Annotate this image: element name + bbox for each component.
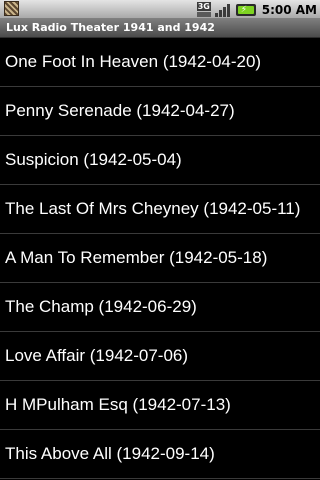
- episode-title: Penny Serenade (1942-04-27): [5, 101, 235, 120]
- list-item[interactable]: This Above All (1942-09-14): [0, 430, 320, 479]
- list-item[interactable]: One Foot In Heaven (1942-04-20): [0, 38, 320, 87]
- app-title: Lux Radio Theater 1941 and 1942: [6, 21, 215, 34]
- list-item[interactable]: A Man To Remember (1942-05-18): [0, 234, 320, 283]
- list-item[interactable]: H MPulham Esq (1942-07-13): [0, 381, 320, 430]
- list-item[interactable]: Love Affair (1942-07-06): [0, 332, 320, 381]
- title-bar: Lux Radio Theater 1941 and 1942: [0, 19, 320, 38]
- episode-title: The Last Of Mrs Cheyney (1942-05-11): [5, 199, 301, 218]
- list-item[interactable]: Penny Serenade (1942-04-27): [0, 87, 320, 136]
- episode-title: The Champ (1942-06-29): [5, 297, 197, 316]
- battery-charging-icon: ⚡: [235, 3, 256, 16]
- episode-title: Love Affair (1942-07-06): [5, 346, 189, 365]
- episode-title: One Foot In Heaven (1942-04-20): [5, 52, 262, 71]
- clock: 5:00 AM: [261, 2, 317, 17]
- network-3g-icon: 3G: [196, 2, 211, 17]
- network-type-label: 3G: [196, 2, 211, 11]
- list-item[interactable]: The Last Of Mrs Cheyney (1942-05-11): [0, 185, 320, 234]
- app-notification-icon[interactable]: [4, 1, 19, 16]
- episode-title: This Above All (1942-09-14): [5, 444, 215, 463]
- list-item[interactable]: The Champ (1942-06-29): [0, 283, 320, 332]
- episode-title: H MPulham Esq (1942-07-13): [5, 395, 231, 414]
- status-bar[interactable]: 3G ⚡ 5:00 AM: [0, 0, 320, 19]
- episode-list[interactable]: One Foot In Heaven (1942-04-20) Penny Se…: [0, 38, 320, 479]
- status-indicators: 3G ⚡ 5:00 AM: [196, 0, 317, 19]
- episode-title: A Man To Remember (1942-05-18): [5, 248, 268, 267]
- data-activity-arrows: [196, 12, 211, 17]
- signal-strength-icon: [214, 2, 232, 17]
- list-item[interactable]: Suspicion (1942-05-04): [0, 136, 320, 185]
- episode-title: Suspicion (1942-05-04): [5, 150, 182, 169]
